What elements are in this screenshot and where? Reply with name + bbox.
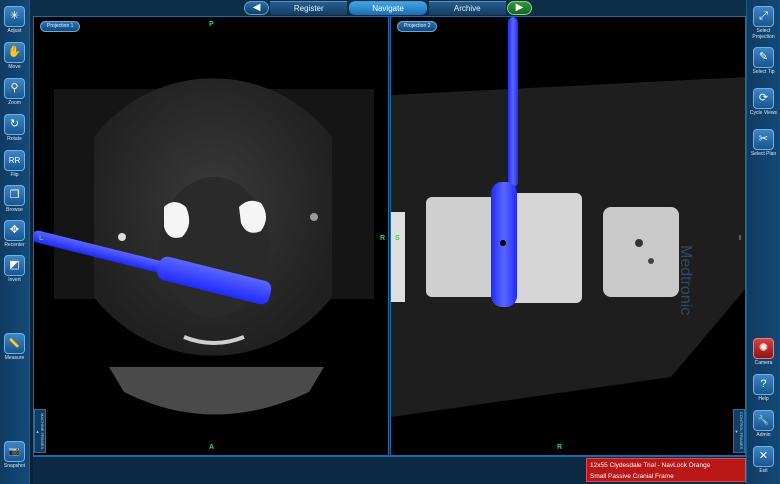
- vertebra-edge: [391, 212, 405, 302]
- camera-label: Camera: [754, 360, 773, 366]
- control-frames-tab[interactable]: CONTROL FRAMES ▼: [733, 409, 745, 453]
- left-toolbar: ✳ Adjust ✋ Move ⚲ Zoom ↻ Rotate RR Flip …: [0, 0, 30, 484]
- status-line-2: Small Passive Cranial Frame: [590, 473, 674, 480]
- help-tool[interactable]: ? Help: [747, 374, 780, 402]
- select-projection-icon[interactable]: ⤢: [753, 6, 774, 27]
- right-toolbar: ⤢ Select Projection ✎ Select Tip ⟳ Cycle…: [746, 0, 780, 484]
- orient-bottom: A: [209, 444, 215, 451]
- admin-tool[interactable]: 🔧 Admin: [747, 410, 780, 438]
- exit-label: Exit: [759, 468, 768, 474]
- browse-label: Browse: [6, 207, 23, 213]
- machine-frames-tab[interactable]: MACHINE FRAMES ▲: [34, 409, 46, 453]
- recenter-icon[interactable]: ✥: [4, 220, 25, 241]
- close-icon[interactable]: ✕: [753, 446, 774, 467]
- transverse-process-right: [310, 213, 318, 221]
- invert-tool[interactable]: ◩ Invert: [0, 255, 29, 283]
- foramen-1: [635, 239, 643, 247]
- rotate-label: Rotate: [7, 136, 22, 142]
- cycle-views-tool[interactable]: ⟳ Cycle Views: [747, 88, 780, 116]
- zoom-tool[interactable]: ⚲ Zoom: [0, 78, 29, 106]
- cycle-views-label: Cycle Views: [749, 110, 778, 116]
- hand-icon[interactable]: ✋: [4, 42, 25, 63]
- browse-icon[interactable]: ❐: [4, 185, 25, 206]
- flip-label: Flip: [10, 172, 19, 178]
- zoom-label: Zoom: [8, 100, 21, 106]
- select-plan-label: Select Plan: [750, 151, 777, 157]
- adjust-label: Adjust: [7, 28, 22, 34]
- snapshot-tool[interactable]: 📷 Snapshot: [0, 441, 29, 469]
- table-shadow: [109, 367, 324, 415]
- adjust-tool[interactable]: ✳ Adjust: [0, 6, 29, 34]
- flip-icon[interactable]: RR: [4, 150, 25, 171]
- move-tool[interactable]: ✋ Move: [0, 42, 29, 70]
- exit-tool[interactable]: ✕ Exit: [747, 446, 780, 474]
- vertebra-1: [426, 197, 496, 297]
- pen-icon[interactable]: ✎: [753, 47, 774, 68]
- move-label: Move: [8, 64, 21, 70]
- measure-tool[interactable]: 📏 Measure: [0, 333, 29, 361]
- orient-right: R: [379, 235, 385, 242]
- invert-label: Invert: [8, 277, 21, 283]
- left-facet: [164, 202, 190, 238]
- invert-icon[interactable]: ◩: [4, 255, 25, 276]
- admin-label: Admin: [756, 432, 771, 438]
- select-projection-label: Select Projection: [752, 28, 775, 40]
- projection-1-button[interactable]: Projection 1: [40, 21, 81, 32]
- foramen-2: [648, 258, 654, 264]
- camera-tool[interactable]: ✺ Camera: [747, 338, 780, 366]
- axial-viewport[interactable]: Projection 1 P L R A MACHINE FRAMES ▲: [33, 16, 389, 456]
- rotate-tool[interactable]: ↻ Rotate: [0, 114, 29, 142]
- browse-tool[interactable]: ❐ Browse: [0, 185, 29, 213]
- cycle-icon[interactable]: ⟳: [753, 88, 774, 109]
- help-icon[interactable]: ?: [753, 374, 774, 395]
- orient-bottom: R: [557, 444, 563, 451]
- sagittal-viewport[interactable]: Medtronic Projection 2 S I R CONTROL FRA…: [390, 16, 746, 456]
- adjust-icon[interactable]: ✳: [4, 6, 25, 27]
- tab-archive[interactable]: Archive: [428, 0, 506, 15]
- select-plan-tool[interactable]: ✂ Select Plan: [747, 129, 780, 157]
- wrench-icon[interactable]: 🔧: [753, 410, 774, 431]
- status-line-1: 12x55 Clydesdale Trial - NavLock Orange: [590, 462, 711, 469]
- recenter-tool[interactable]: ✥ Recenter: [0, 220, 29, 248]
- flip-tool[interactable]: RR Flip: [0, 150, 29, 178]
- camera-icon[interactable]: 📷: [4, 441, 25, 462]
- ruler-icon[interactable]: 📏: [4, 333, 25, 354]
- tab-register[interactable]: Register: [270, 0, 348, 15]
- vertebra-3: [603, 207, 679, 297]
- select-tip-tool[interactable]: ✎ Select Tip: [747, 47, 780, 75]
- orient-left: S: [395, 235, 400, 242]
- orient-top: P: [209, 21, 214, 28]
- orient-left: L: [39, 235, 44, 242]
- orient-right: I: [739, 235, 741, 242]
- sagittal-ct-image[interactable]: Medtronic: [391, 17, 746, 456]
- select-tip-label: Select Tip: [752, 69, 775, 75]
- select-projection-tool[interactable]: ⤢ Select Projection: [747, 6, 780, 40]
- help-label: Help: [758, 396, 769, 402]
- projection-2-button[interactable]: Projection 2: [397, 21, 438, 32]
- plan-icon[interactable]: ✂: [753, 129, 774, 150]
- tab-navigate[interactable]: Navigate: [349, 0, 427, 15]
- rotate-icon[interactable]: ↻: [4, 114, 25, 135]
- snapshot-label: Snapshot: [3, 463, 26, 469]
- top-navigation: ◀ Register Navigate Archive ▶: [244, 0, 532, 15]
- recenter-label: Recenter: [4, 242, 25, 248]
- tracking-status-box: 12x55 Clydesdale Trial - NavLock Orange …: [586, 458, 746, 482]
- back-arrow-button[interactable]: ◀: [244, 0, 270, 15]
- transverse-process-left: [118, 233, 126, 241]
- camera-status-icon[interactable]: ✺: [753, 338, 774, 359]
- axial-ct-image[interactable]: [34, 17, 389, 456]
- forward-arrow-button[interactable]: ▶: [506, 0, 532, 15]
- watermark: Medtronic: [677, 245, 694, 315]
- magnifier-icon[interactable]: ⚲: [4, 78, 25, 99]
- navigation-app: ◀ Register Navigate Archive ▶ ✳ Adjust ✋…: [0, 0, 780, 484]
- measure-label: Measure: [4, 355, 25, 361]
